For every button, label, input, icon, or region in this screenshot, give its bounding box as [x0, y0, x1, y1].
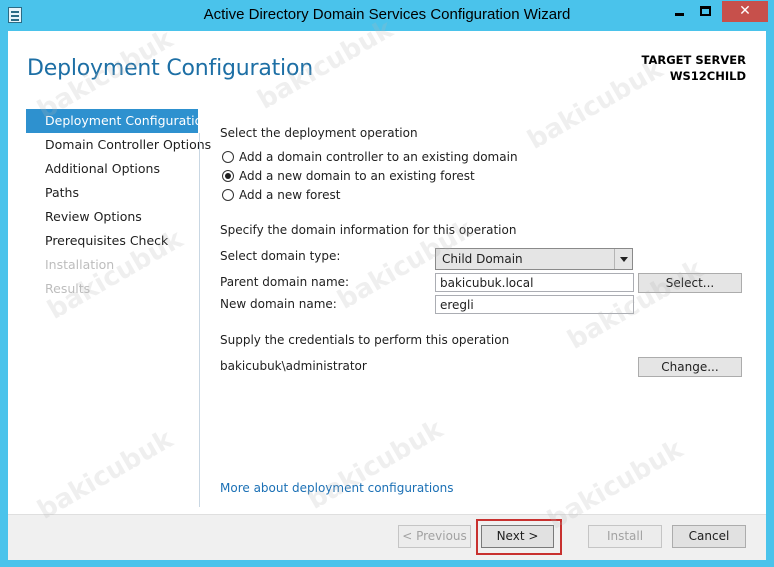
new-domain-input[interactable] [435, 295, 634, 314]
target-server-label: TARGET SERVER [641, 53, 746, 67]
radio-label-add-domain-existing-forest[interactable]: Add a new domain to an existing forest [239, 169, 475, 183]
select-domain-button[interactable]: Select... [638, 273, 742, 293]
radio-label-add-new-forest[interactable]: Add a new forest [239, 188, 340, 202]
credentials-account: bakicubuk\administrator [220, 359, 367, 373]
nav-step-review-options[interactable]: Review Options [26, 205, 198, 229]
maximize-button[interactable] [693, 1, 719, 22]
domain-type-select[interactable]: Child Domain [435, 248, 633, 270]
nav-divider [199, 133, 200, 507]
radio-add-domain-existing-forest[interactable] [222, 170, 234, 182]
cancel-button[interactable]: Cancel [672, 525, 746, 548]
nav-step-paths[interactable]: Paths [26, 181, 198, 205]
minimize-button[interactable] [667, 1, 693, 22]
nav-step-domain-controller-options[interactable]: Domain Controller Options [26, 133, 211, 157]
new-domain-label: New domain name: [220, 297, 337, 311]
wizard-steps-nav: Deployment Configuration Domain Controll… [26, 109, 211, 301]
page-title: Deployment Configuration [27, 56, 313, 81]
chevron-down-icon[interactable] [614, 249, 632, 269]
change-credentials-button[interactable]: Change... [638, 357, 742, 377]
next-button-highlight [476, 519, 562, 555]
install-button: Install [588, 525, 662, 548]
nav-step-results: Results [45, 281, 91, 296]
nav-step-additional-options[interactable]: Additional Options [26, 157, 198, 181]
credentials-heading: Supply the credentials to perform this o… [220, 333, 510, 347]
wizard-client-area: Deployment Configuration TARGET SERVER W… [8, 31, 766, 560]
parent-domain-input[interactable] [435, 273, 634, 292]
minimize-icon [675, 13, 684, 16]
radio-label-add-dc-existing-domain[interactable]: Add a domain controller to an existing d… [239, 150, 518, 164]
window-title: Active Directory Domain Services Configu… [203, 6, 571, 23]
nav-step-installation: Installation [45, 257, 115, 272]
previous-button: < Previous [398, 525, 471, 548]
radio-add-dc-existing-domain[interactable] [222, 151, 234, 163]
parent-domain-label: Parent domain name: [220, 275, 350, 289]
target-server-name: WS12CHILD [669, 69, 746, 83]
domain-info-heading: Specify the domain information for this … [220, 223, 517, 237]
domain-type-value: Child Domain [442, 252, 523, 266]
title-bar[interactable]: Active Directory Domain Services Configu… [0, 0, 774, 31]
operation-heading: Select the deployment operation [220, 126, 418, 140]
nav-step-prerequisites-check[interactable]: Prerequisites Check [26, 229, 198, 253]
close-button[interactable]: ✕ [722, 1, 768, 22]
close-icon: ✕ [739, 3, 751, 19]
domain-type-label: Select domain type: [220, 249, 341, 263]
window-frame: Active Directory Domain Services Configu… [0, 0, 774, 567]
nav-step-deployment-configuration[interactable]: Deployment Configuration [26, 109, 210, 133]
maximize-icon [700, 6, 711, 16]
radio-add-new-forest[interactable] [222, 189, 234, 201]
more-about-deployment-link[interactable]: More about deployment configurations [220, 481, 453, 495]
